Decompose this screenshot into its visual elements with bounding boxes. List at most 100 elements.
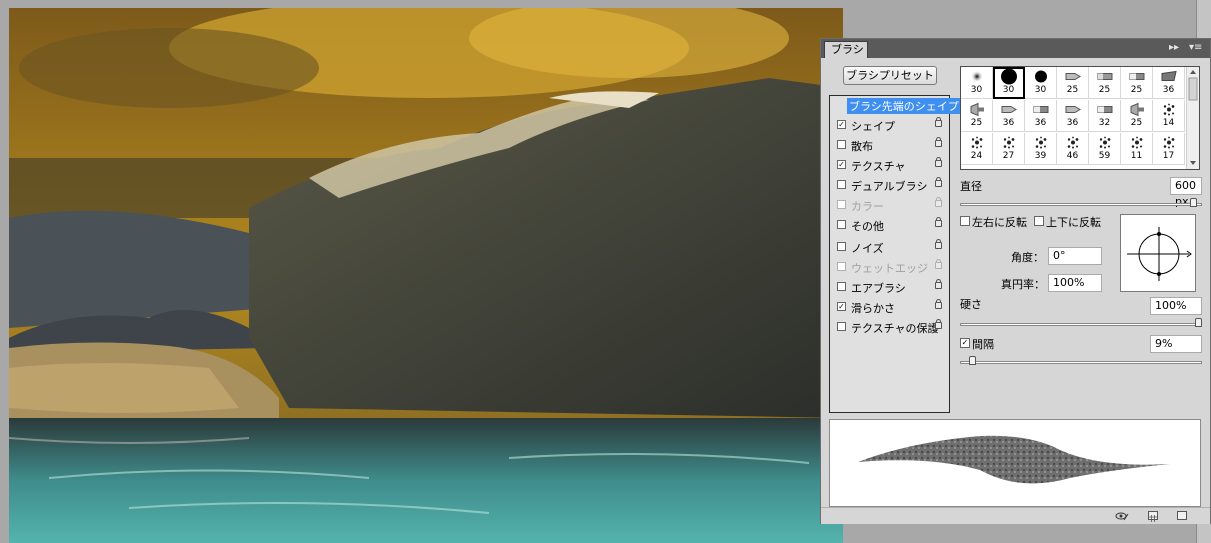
option-noise[interactable]: ノイズ: [830, 238, 949, 257]
brush-tip-flat[interactable]: 32: [1089, 100, 1121, 132]
brush-tip-splatter[interactable]: 59: [1089, 133, 1121, 165]
fan-icon: [969, 102, 985, 120]
brush-tip-flat[interactable]: 25: [1121, 67, 1153, 99]
lock-icon[interactable]: [935, 319, 942, 329]
option-airbrush[interactable]: エアブラシ: [830, 278, 949, 297]
option-checkbox[interactable]: [837, 262, 846, 271]
spacing-field[interactable]: 9%: [1150, 335, 1202, 353]
tip-size-label: 25: [1098, 85, 1111, 95]
hardness-slider[interactable]: [960, 323, 1202, 326]
option-brush-tip-shape[interactable]: ブラシ先端のシェイプ: [830, 96, 961, 115]
brush-tip-marker[interactable]: 25: [1057, 67, 1089, 99]
brush-tip-chisel[interactable]: 25: [1089, 67, 1121, 99]
spacing-slider[interactable]: [960, 361, 1202, 364]
option-scattering[interactable]: 散布: [830, 136, 949, 155]
diameter-label: 直径: [960, 180, 982, 193]
lock-icon[interactable]: [935, 279, 942, 289]
flip-x-checkbox[interactable]: [960, 216, 970, 226]
brush-tip-splatter[interactable]: 24: [961, 133, 993, 165]
tip-size-label: 36: [1034, 118, 1047, 128]
diameter-slider[interactable]: [960, 203, 1202, 206]
option-checkbox[interactable]: [837, 180, 846, 189]
option-checkbox[interactable]: [837, 322, 846, 331]
artwork-painting[interactable]: [9, 8, 843, 543]
tip-size-label: 17: [1162, 151, 1175, 161]
option-checkbox[interactable]: ✓: [837, 160, 846, 169]
lock-icon[interactable]: [935, 299, 942, 309]
brush-tip-splatter[interactable]: 39: [1025, 133, 1057, 165]
brush-stroke-preview: [829, 419, 1201, 507]
tip-grid-scrollbar[interactable]: [1186, 67, 1199, 169]
grid-icon[interactable]: [1148, 511, 1158, 522]
option-checkbox[interactable]: [837, 200, 846, 209]
option-checkbox[interactable]: [837, 242, 846, 251]
brush-tip-hard-dot-large[interactable]: 30: [993, 67, 1025, 99]
lock-icon[interactable]: [935, 217, 942, 227]
panel-menu-icon[interactable]: ▾≡: [1189, 42, 1202, 54]
brush-tab[interactable]: ブラシ: [824, 41, 868, 58]
brush-tip-splatter[interactable]: 17: [1153, 133, 1185, 165]
brush-tip-splatter[interactable]: 14: [1153, 100, 1185, 132]
option-color[interactable]: カラー: [830, 196, 949, 215]
brush-tip-flat[interactable]: 36: [1025, 100, 1057, 132]
hardness-field[interactable]: 100%: [1150, 297, 1202, 315]
tip-size-label: 30: [970, 85, 983, 95]
option-dual-brush[interactable]: デュアルブラシ: [830, 176, 949, 195]
chisel-icon: [1097, 72, 1113, 85]
angle-roundness-widget[interactable]: [1120, 214, 1196, 292]
artwork-image: [9, 8, 843, 543]
tip-size-label: 30: [1002, 85, 1015, 95]
tip-size-label: 36: [1162, 85, 1175, 95]
brush-tip-splatter[interactable]: 27: [993, 133, 1025, 165]
option-checkbox[interactable]: [837, 220, 846, 229]
brush-tip-splatter[interactable]: 46: [1057, 133, 1089, 165]
option-checkbox[interactable]: ✓: [837, 120, 846, 129]
flip-y-checkbox[interactable]: [1034, 216, 1044, 226]
lock-icon[interactable]: [935, 197, 942, 207]
eye-brush-icon[interactable]: [1115, 511, 1129, 521]
hardness-slider-thumb[interactable]: [1195, 318, 1202, 327]
option-texture[interactable]: ✓ テクスチャ: [830, 156, 949, 175]
spacing-checkbox[interactable]: ✓: [960, 338, 970, 348]
lock-icon[interactable]: [935, 239, 942, 249]
hard-dot-icon: [1034, 70, 1048, 87]
lock-icon[interactable]: [935, 177, 942, 187]
tip-size-label: 39: [1034, 151, 1047, 161]
brush-tip-fan[interactable]: 25: [1121, 100, 1153, 132]
roundness-field[interactable]: 100%: [1048, 274, 1102, 292]
option-shape[interactable]: ✓ シェイプ: [830, 116, 949, 135]
brush-presets-button[interactable]: ブラシプリセット: [843, 66, 937, 85]
option-checkbox[interactable]: [837, 140, 846, 149]
brush-tip-splatter[interactable]: 11: [1121, 133, 1153, 165]
lock-icon[interactable]: [935, 157, 942, 167]
brush-tip-hard-dot[interactable]: 30: [1025, 67, 1057, 99]
brush-tip-fan[interactable]: 25: [961, 100, 993, 132]
tip-size-label: 32: [1098, 118, 1111, 128]
lock-icon[interactable]: [935, 117, 942, 127]
tip-size-label: 24: [970, 151, 983, 161]
collapse-panel-icon[interactable]: ▸▸: [1169, 42, 1179, 54]
tip-size-label: 25: [1066, 85, 1079, 95]
lock-icon[interactable]: [935, 137, 942, 147]
option-protect-texture[interactable]: テクスチャの保護: [830, 318, 949, 337]
new-preset-icon[interactable]: [1177, 511, 1187, 520]
panel-footer: [821, 507, 1210, 524]
flip-y-label: 上下に反転: [1046, 216, 1101, 229]
option-wet-edges[interactable]: ウェットエッジ: [830, 258, 949, 277]
diameter-field[interactable]: 600 px: [1170, 177, 1202, 208]
option-checkbox[interactable]: [837, 282, 846, 291]
lock-icon[interactable]: [935, 259, 942, 269]
diameter-slider-thumb[interactable]: [1190, 198, 1198, 207]
brush-tip-marker[interactable]: 36: [993, 100, 1025, 132]
spacing-slider-thumb[interactable]: [969, 356, 977, 365]
option-transfer[interactable]: その他: [830, 216, 949, 235]
brush-tip-marker[interactable]: 36: [1057, 100, 1089, 132]
splatter-icon: [969, 136, 985, 153]
option-smoothing[interactable]: ✓ 滑らかさ: [830, 298, 949, 317]
angle-icon: [1161, 70, 1177, 86]
brush-tip-soft-dot[interactable]: 30: [961, 67, 993, 99]
angle-field[interactable]: 0°: [1048, 247, 1102, 265]
option-label: ノイズ: [851, 242, 884, 255]
brush-tip-angle[interactable]: 36: [1153, 67, 1185, 99]
option-checkbox[interactable]: ✓: [837, 302, 846, 311]
